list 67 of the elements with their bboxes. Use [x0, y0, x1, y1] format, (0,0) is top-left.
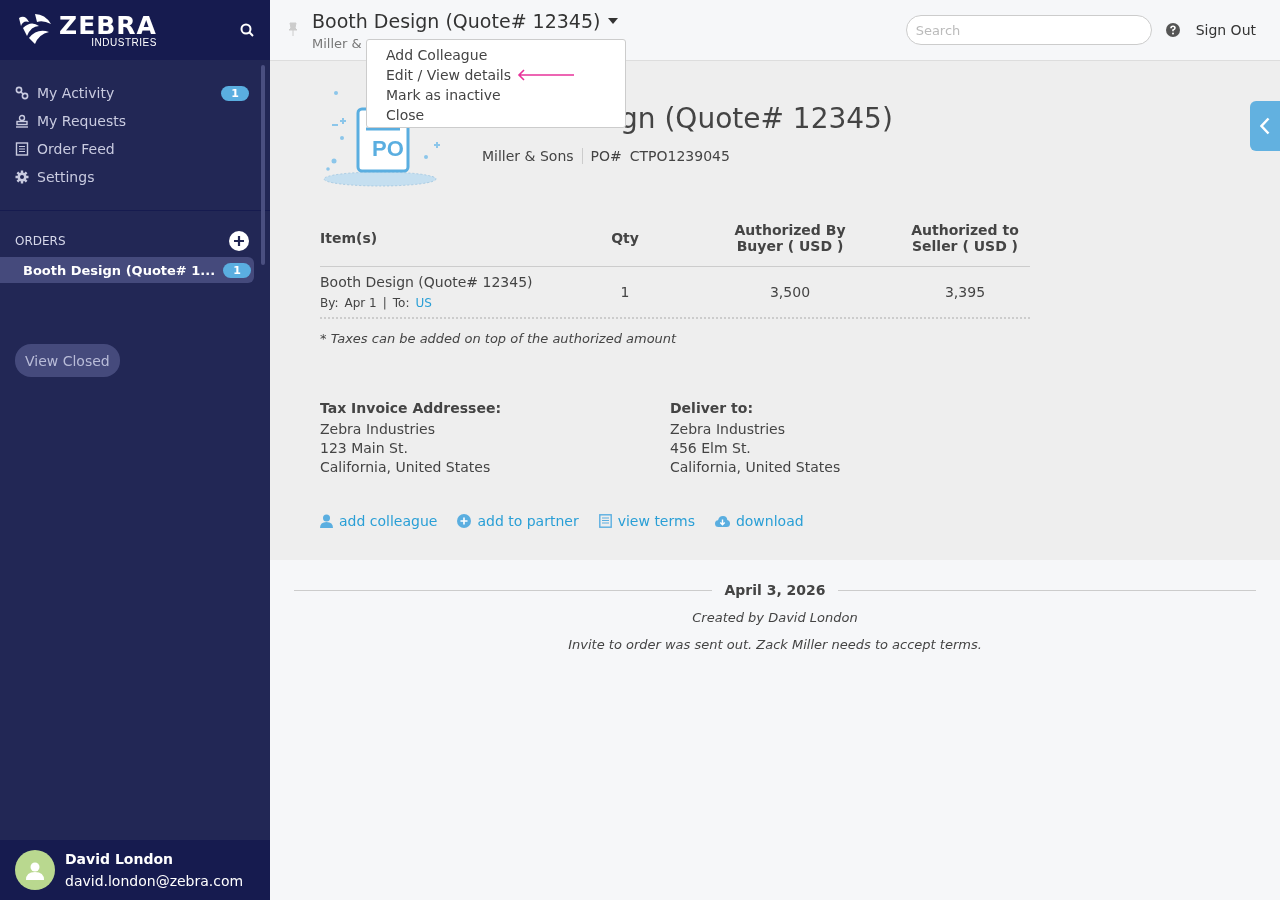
table-cell-text: 3,500	[768, 284, 812, 300]
address-line: 456 Elm St.	[670, 440, 752, 456]
address-line: Zebra Industries	[670, 421, 786, 437]
address-heading: Deliver to:	[670, 400, 755, 416]
nav-item[interactable]: Settings	[0, 163, 270, 191]
by-date: Apr 1	[344, 296, 377, 310]
column-header: Item(s)	[320, 230, 378, 246]
nav-item[interactable]: My Activity 1	[0, 79, 270, 107]
search-icon[interactable]	[240, 23, 254, 37]
address-line: 123 Main St.	[320, 440, 409, 456]
scrollbar[interactable]	[261, 65, 265, 265]
by-label: By:	[320, 296, 339, 310]
po-number: CTPO1239045	[629, 148, 730, 164]
nav-label: My Activity	[37, 85, 116, 101]
cloud-download-icon	[714, 515, 730, 527]
user-name: David London	[65, 851, 174, 867]
menu-item[interactable]: Close	[386, 107, 425, 123]
settings-icon	[15, 170, 29, 184]
view-closed-button[interactable]: View Closed	[15, 344, 120, 377]
nav-item[interactable]: Order Feed	[0, 135, 270, 163]
tax-note: * Taxes can be added on top of the authorized amount	[320, 331, 678, 346]
separator: |	[382, 296, 387, 310]
menu-item[interactable]: Add Colleague	[386, 47, 488, 63]
search-field[interactable]: Search	[905, 15, 1152, 45]
table-cell-text: 3,395	[943, 284, 987, 300]
address-heading: Tax Invoice Addressee:	[320, 400, 502, 416]
timeline-entry: Invite to order was sent out. Zack Miller needs to accept terms.	[567, 637, 983, 652]
order-title-dropdown[interactable]: Booth Design (Quote# 12345)	[312, 9, 619, 32]
zebra-logo: ZEBRA INDUSTRIES	[15, 10, 157, 50]
help-icon[interactable]	[1165, 23, 1180, 37]
avatar-icon	[15, 850, 55, 890]
column-header: Qty	[611, 230, 639, 246]
timeline-entry: Created by David London	[691, 610, 859, 625]
nav-label: My Requests	[37, 113, 127, 129]
po-label: PO#	[590, 148, 622, 164]
to-label: To:	[392, 296, 410, 310]
address-line: California, United States	[670, 459, 842, 475]
company-name: Miller &	[312, 35, 363, 51]
user-email: david.london@zebra.com	[65, 873, 244, 889]
nav-label: Order Feed	[37, 141, 116, 157]
table-cell-text: 1	[619, 284, 631, 300]
column-header: Authorized By Buyer ( USD )	[733, 222, 847, 254]
chevron-left-icon	[1260, 117, 1270, 135]
document-icon	[598, 514, 612, 528]
caret-icon	[608, 17, 619, 24]
section-heading: ORDERS	[15, 234, 66, 248]
count-badge: 1	[223, 262, 251, 278]
menu-item[interactable]: Mark as inactive	[386, 87, 501, 103]
count-badge: 1	[221, 85, 249, 101]
order-label: Booth Design (Quote# 1...	[23, 262, 216, 278]
sign-out-link[interactable]: Sign Out	[1195, 22, 1256, 38]
timeline-date: April 3, 2026	[724, 582, 826, 598]
address-line: Zebra Industries	[320, 421, 436, 437]
add-icon[interactable]	[229, 231, 249, 251]
stamp-icon	[15, 114, 29, 128]
address-line: California, United States	[320, 459, 492, 475]
order-item[interactable]: Booth Design (Quote# 1... 1	[0, 257, 254, 283]
menu-item[interactable]: Edit / View details	[386, 67, 512, 83]
person-icon	[320, 514, 333, 528]
nav-item[interactable]: My Requests	[0, 107, 270, 135]
company-name: Miller & Sons	[482, 148, 583, 164]
plus-circle-icon	[457, 514, 472, 528]
link-icon	[15, 86, 29, 100]
document-icon	[15, 142, 29, 156]
column-header: Authorized to Seller ( USD )	[910, 222, 1020, 254]
nav-label: Settings	[37, 169, 96, 185]
item-name: Booth Design (Quote# 12345)	[320, 274, 533, 290]
